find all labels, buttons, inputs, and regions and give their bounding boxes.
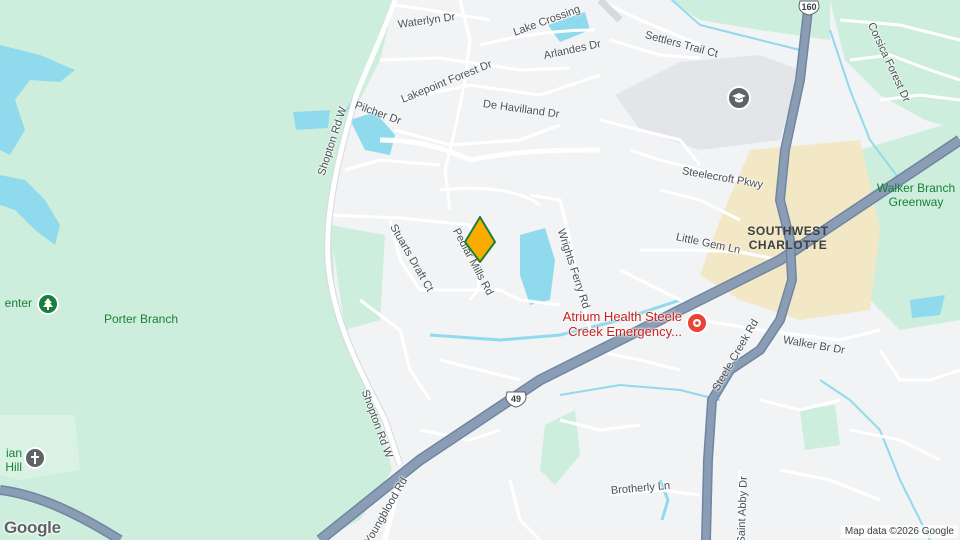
hospital-pin-icon[interactable] — [686, 312, 708, 334]
google-logo: Google — [4, 518, 61, 537]
area-label-hill-partial: ian Hill — [5, 446, 22, 474]
cross-icon[interactable] — [24, 447, 46, 469]
hospital-label[interactable]: Atrium Health Steele Creek Emergency... — [548, 309, 682, 340]
park-area-east — [800, 405, 840, 450]
route-160-shield: 160 — [798, 0, 820, 16]
area-label-center-partial: enter — [4, 296, 32, 310]
area-label-southwest-charlotte: SOUTHWEST CHARLOTTE — [747, 224, 829, 252]
map-attribution[interactable]: Map data ©2026 Google — [840, 525, 958, 538]
area-label-walker-branch-greenway: Walker Branch Greenway — [876, 181, 956, 209]
graduation-cap-icon[interactable] — [727, 86, 751, 110]
map-canvas[interactable]: Waterlyn Dr Lake Crossing Arlandes Dr Se… — [0, 0, 960, 540]
route-49-shield: 49 — [505, 391, 527, 408]
tree-icon[interactable] — [37, 293, 59, 315]
route-49-label: 49 — [510, 394, 521, 404]
pond-north — [293, 110, 330, 130]
area-label-porter-branch: Porter Branch — [104, 312, 179, 326]
location-pin-icon[interactable] — [463, 215, 497, 265]
street-label-saint-abby-dr: Saint Abby Dr — [735, 476, 750, 540]
route-160-label: 160 — [801, 2, 817, 12]
